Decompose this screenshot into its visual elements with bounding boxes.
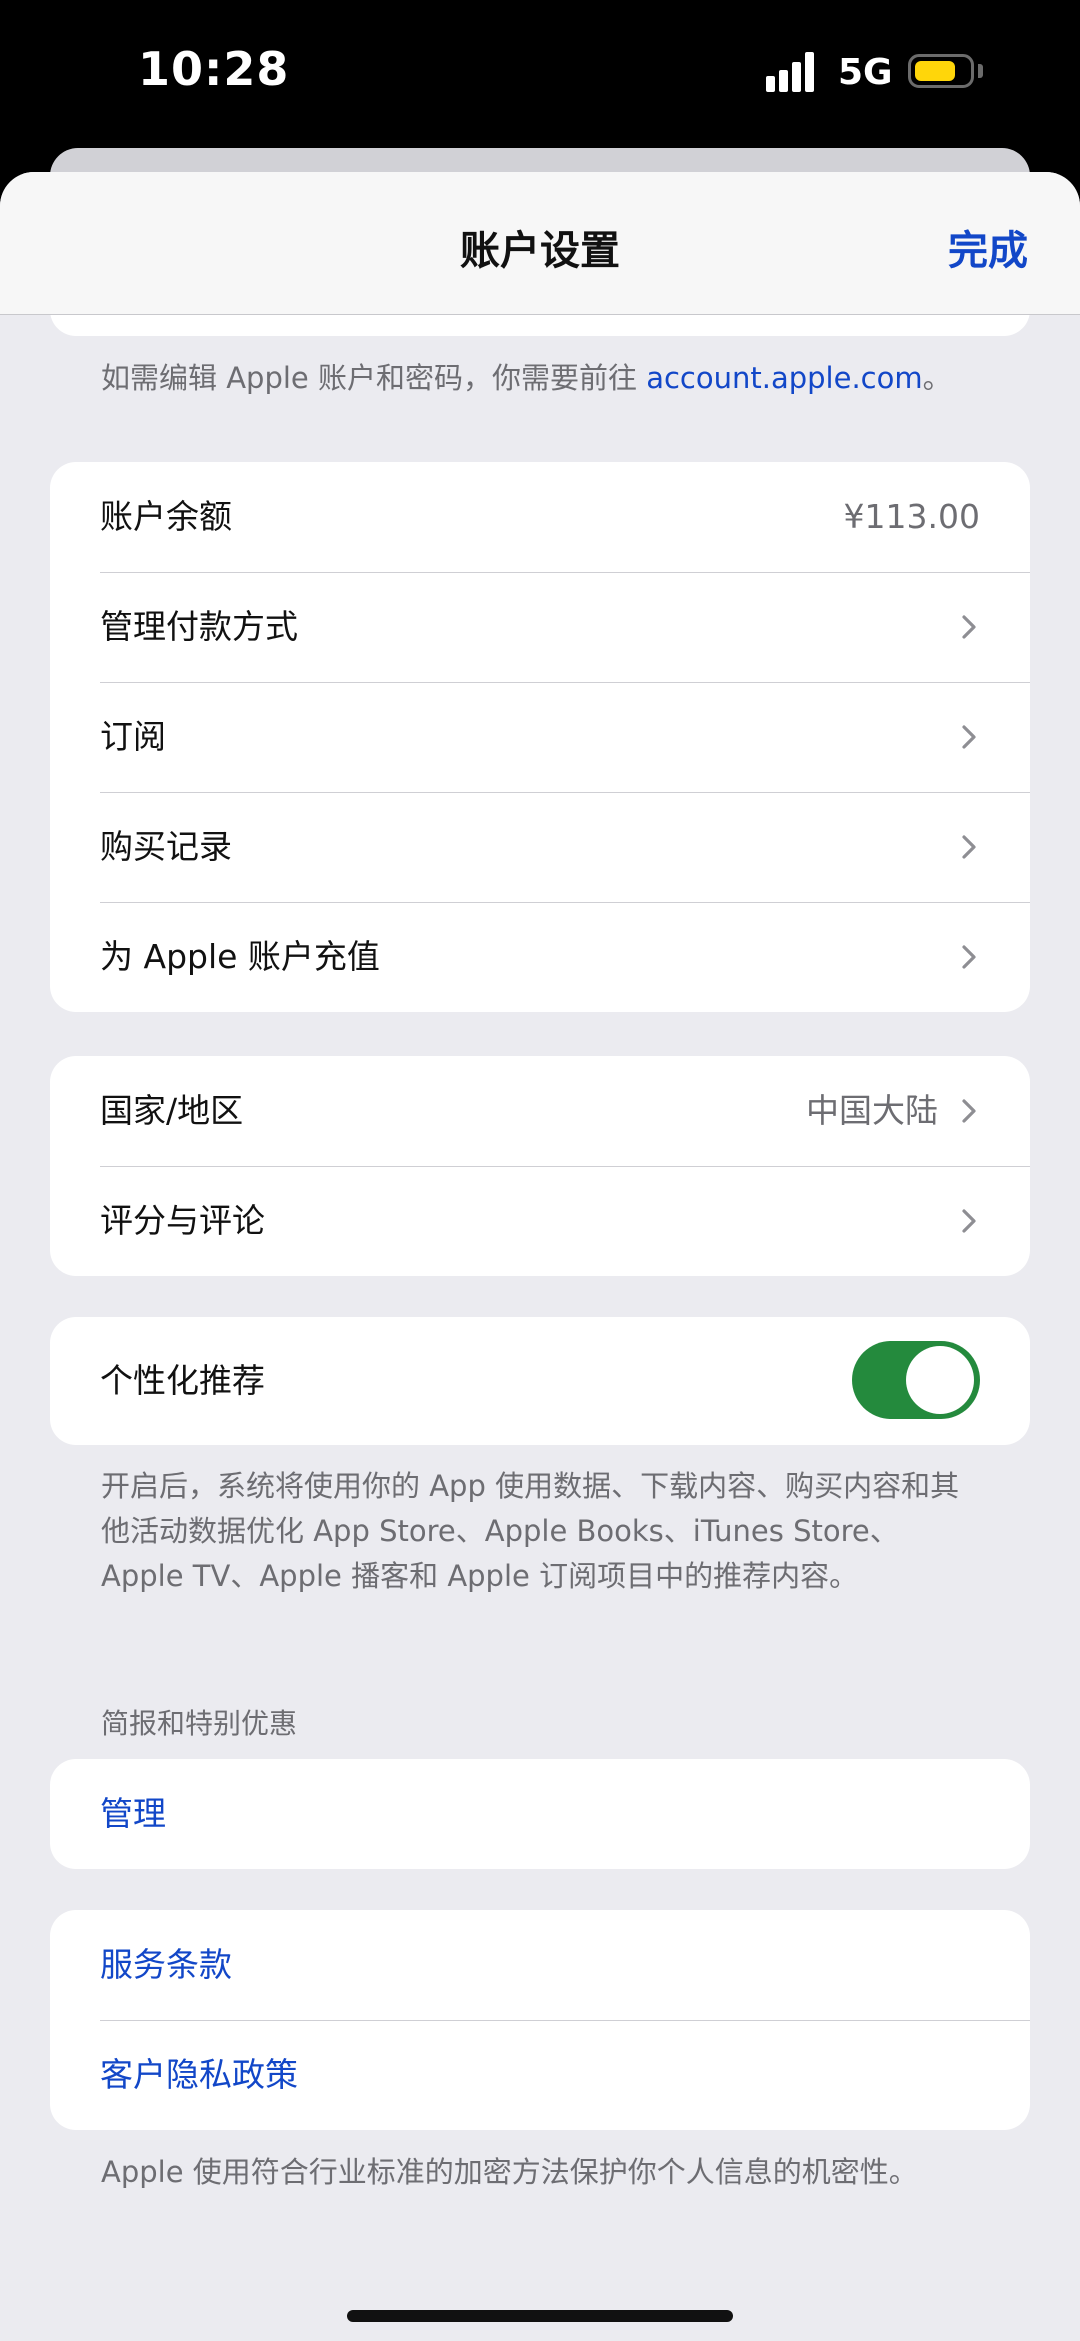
status-bar: 10:28 5G <box>0 0 1080 150</box>
legal-footnote: Apple 使用符合行业标准的加密方法保护你个人信息的机密性。 <box>101 2155 918 2189</box>
battery-tip <box>978 64 983 78</box>
done-button[interactable]: 完成 <box>948 218 1028 276</box>
account-apple-com-link[interactable]: account.apple.com <box>646 361 922 395</box>
apple-account-note-text: 如需编辑 Apple 账户和密码，你需要前往 <box>101 361 647 395</box>
chevron-right-icon <box>962 725 976 749</box>
chevron-right-icon <box>962 835 976 859</box>
battery-level <box>915 61 955 81</box>
navigation-bar: 账户设置 完成 <box>0 172 1080 315</box>
add-funds-row[interactable]: 为 Apple 账户充值 <box>50 902 1030 1012</box>
country-region-row[interactable]: 国家/地区 中国大陆 <box>50 1056 1030 1166</box>
personalized-recommendations-label: 个性化推荐 <box>100 1361 265 1400</box>
personalization-group: 个性化推荐 <box>50 1317 1030 1445</box>
newsletters-section-header: 简报和特别优惠 <box>101 1707 298 1740</box>
newsletters-group: 管理 <box>50 1759 1030 1869</box>
purchase-history-label: 购买记录 <box>100 827 232 866</box>
account-group: 账户余额 ¥113.00 管理付款方式 订阅 购买记录 为 Apple 账户充值 <box>50 462 1030 1012</box>
manage-payment-row[interactable]: 管理付款方式 <box>50 572 1030 682</box>
home-indicator[interactable] <box>347 2310 733 2322</box>
toggle-knob <box>906 1346 974 1414</box>
account-balance-row: 账户余额 ¥113.00 <box>50 462 1030 572</box>
personalized-recommendations-toggle[interactable] <box>852 1341 980 1419</box>
chevron-right-icon <box>962 615 976 639</box>
apple-account-note-suffix: 。 <box>922 361 952 395</box>
personalized-recommendations-row: 个性化推荐 <box>50 1317 1030 1445</box>
region-group: 国家/地区 中国大陆 评分与评论 <box>50 1056 1030 1276</box>
ratings-reviews-row[interactable]: 评分与评论 <box>50 1166 1030 1276</box>
chevron-right-icon <box>962 1099 976 1123</box>
country-region-label: 国家/地区 <box>100 1091 244 1130</box>
terms-of-service-row[interactable]: 服务条款 <box>50 1910 1030 2020</box>
personalization-footnote: 开启后，系统将使用你的 App 使用数据、下载内容、购买内容和其他活动数据优化 … <box>101 1469 960 1593</box>
subscriptions-label: 订阅 <box>100 717 166 756</box>
manage-newsletters-label: 管理 <box>100 1794 166 1833</box>
terms-of-service-label: 服务条款 <box>100 1945 232 1984</box>
manage-newsletters-row[interactable]: 管理 <box>50 1759 1030 1869</box>
add-funds-label: 为 Apple 账户充值 <box>100 937 380 976</box>
legal-group: 服务条款 客户隐私政策 <box>50 1910 1030 2130</box>
chevron-right-icon <box>962 945 976 969</box>
network-type: 5G <box>838 52 893 93</box>
country-region-value: 中国大陆 <box>806 1091 938 1130</box>
status-time: 10:28 <box>138 42 290 96</box>
manage-payment-label: 管理付款方式 <box>100 607 298 646</box>
chevron-right-icon <box>962 1209 976 1233</box>
subscriptions-row[interactable]: 订阅 <box>50 682 1030 792</box>
account-balance-label: 账户余额 <box>100 497 232 536</box>
ratings-reviews-label: 评分与评论 <box>100 1201 265 1240</box>
cellular-signal-icon <box>766 52 822 92</box>
battery-icon <box>908 54 974 88</box>
apple-account-note: 如需编辑 Apple 账户和密码，你需要前往 account.apple.com… <box>101 356 981 401</box>
page-title: 账户设置 <box>460 228 620 274</box>
account-balance-value: ¥113.00 <box>843 497 980 536</box>
privacy-policy-row[interactable]: 客户隐私政策 <box>50 2020 1030 2130</box>
account-settings-sheet: 如需编辑 Apple 账户和密码，你需要前往 account.apple.com… <box>0 172 1080 2341</box>
purchase-history-row[interactable]: 购买记录 <box>50 792 1030 902</box>
privacy-policy-label: 客户隐私政策 <box>100 2055 298 2094</box>
